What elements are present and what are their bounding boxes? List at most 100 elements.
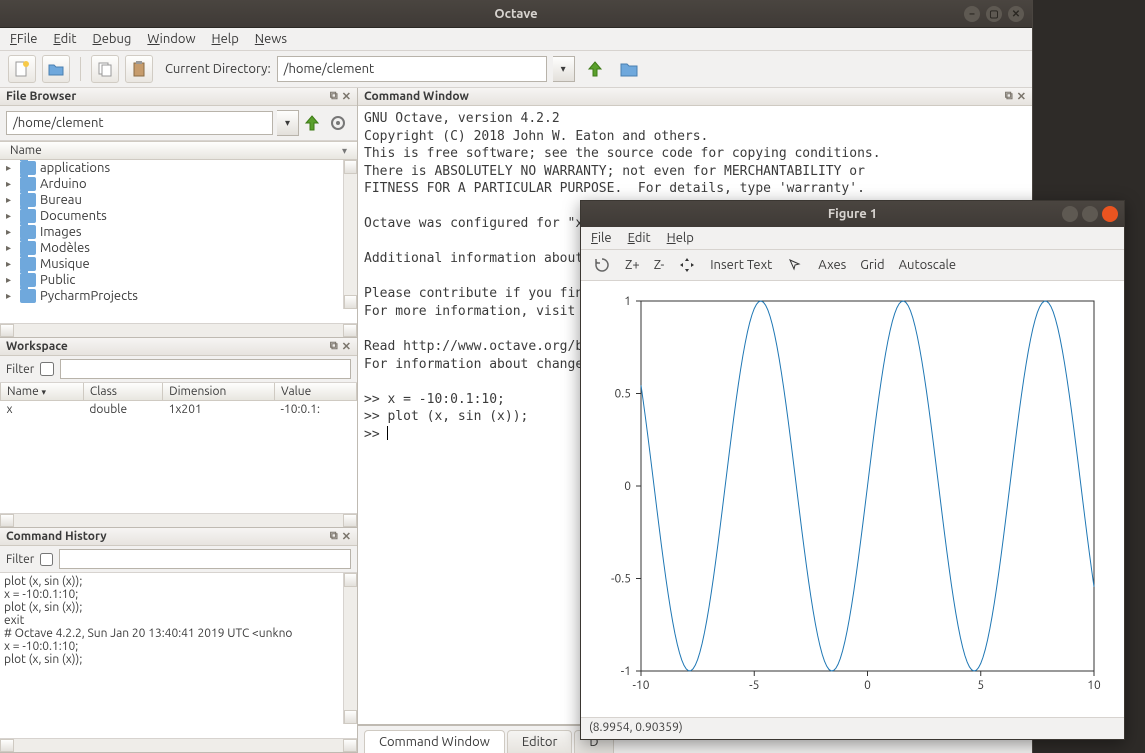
file-browser-item[interactable]: ▸Public bbox=[0, 272, 357, 288]
grid-button[interactable]: Grid bbox=[860, 258, 884, 272]
file-browser-hscrollbar[interactable] bbox=[0, 323, 357, 337]
expand-arrow-icon[interactable]: ▸ bbox=[6, 258, 16, 270]
bottom-tab[interactable]: Editor bbox=[507, 730, 573, 753]
current-directory-dropdown[interactable]: ▾ bbox=[553, 56, 575, 82]
file-browser-item-label: Images bbox=[40, 225, 82, 239]
expand-arrow-icon[interactable]: ▸ bbox=[6, 162, 16, 174]
file-browser-path-value: /home/clement bbox=[13, 116, 103, 130]
rotate-icon[interactable] bbox=[593, 256, 611, 274]
file-browser-item[interactable]: ▸PycharmProjects bbox=[0, 288, 357, 304]
workspace-table: Name ▾ClassDimensionValue xdouble1x201-1… bbox=[0, 383, 357, 419]
axes-button[interactable]: Axes bbox=[818, 258, 846, 272]
command-history-list[interactable]: plot (x, sin (x));x = -10:0.1:10;plot (x… bbox=[0, 573, 357, 668]
panel-close-icon[interactable]: ✕ bbox=[342, 530, 351, 543]
expand-arrow-icon[interactable]: ▸ bbox=[6, 274, 16, 286]
figure-minimize-button[interactable] bbox=[1062, 206, 1078, 222]
menubar: FFile Edit Debug Window Help News bbox=[0, 28, 1032, 51]
file-browser-item[interactable]: ▸Arduino bbox=[0, 176, 357, 192]
expand-arrow-icon[interactable]: ▸ bbox=[6, 178, 16, 190]
panel-close-icon[interactable]: ✕ bbox=[342, 90, 351, 103]
bottom-tab[interactable]: Command Window bbox=[364, 730, 505, 753]
figure-menu-edit[interactable]: Edit bbox=[628, 231, 651, 245]
window-maximize-button[interactable]: ▢ bbox=[986, 6, 1002, 22]
menu-help[interactable]: Help bbox=[212, 32, 239, 46]
file-browser-item[interactable]: ▸applications bbox=[0, 160, 357, 176]
svg-text:-10: -10 bbox=[632, 679, 649, 692]
figure-menu-file[interactable]: File bbox=[591, 231, 612, 245]
new-file-button[interactable] bbox=[8, 55, 36, 83]
command-history-hscrollbar[interactable] bbox=[0, 738, 357, 752]
file-browser-settings-button[interactable] bbox=[329, 114, 351, 132]
menu-news[interactable]: News bbox=[255, 32, 287, 46]
workspace-cell: double bbox=[83, 401, 162, 419]
command-history-filter-input[interactable] bbox=[59, 549, 351, 569]
workspace-column-header[interactable]: Value bbox=[275, 383, 357, 401]
cursor-icon[interactable] bbox=[786, 256, 804, 274]
workspace-column-header[interactable]: Name ▾ bbox=[1, 383, 84, 401]
file-browser-path-input[interactable]: /home/clement bbox=[6, 111, 273, 135]
file-browser-item[interactable]: ▸ Images bbox=[0, 224, 357, 240]
menu-window[interactable]: Window bbox=[147, 32, 195, 46]
file-browser-item[interactable]: ▸Bureau bbox=[0, 192, 357, 208]
open-file-button[interactable] bbox=[42, 55, 70, 83]
zoom-in-button[interactable]: Z+ bbox=[625, 258, 640, 272]
workspace-filter-input[interactable] bbox=[60, 359, 351, 379]
pan-icon[interactable] bbox=[678, 256, 696, 274]
zoom-out-button[interactable]: Z- bbox=[654, 258, 665, 272]
insert-text-button[interactable]: Insert Text bbox=[710, 258, 772, 272]
command-history-item[interactable]: plot (x, sin (x)); bbox=[4, 575, 353, 588]
command-history-item[interactable]: x = -10:0.1:10; bbox=[4, 588, 353, 601]
menu-edit[interactable]: Edit bbox=[53, 32, 76, 46]
file-browser-item[interactable]: ▸Documents bbox=[0, 208, 357, 224]
file-browser-column-header[interactable]: Name ▾ bbox=[0, 141, 357, 160]
figure-menu-help[interactable]: Help bbox=[667, 231, 694, 245]
autoscale-button[interactable]: Autoscale bbox=[899, 258, 956, 272]
main-toolbar: Current Directory: /home/clement ▾ bbox=[0, 51, 1032, 88]
command-history-filter-label: Filter bbox=[6, 553, 34, 566]
current-directory-input[interactable]: /home/clement bbox=[277, 56, 547, 82]
panel-undock-icon[interactable]: ⧉ bbox=[330, 530, 338, 543]
figure-title: Figure 1 bbox=[828, 207, 877, 221]
command-history-item[interactable]: plot (x, sin (x)); bbox=[4, 601, 353, 614]
menu-file[interactable]: FFile bbox=[10, 32, 37, 46]
command-history-filter-checkbox[interactable] bbox=[40, 553, 53, 566]
command-history-item[interactable]: x = -10:0.1:10; bbox=[4, 640, 353, 653]
file-browser-up-button[interactable] bbox=[303, 114, 325, 132]
figure-close-button[interactable] bbox=[1102, 206, 1118, 222]
panel-close-icon[interactable]: ✕ bbox=[342, 340, 351, 353]
expand-arrow-icon[interactable]: ▸ bbox=[6, 194, 16, 206]
text-cursor bbox=[387, 426, 388, 440]
panel-close-icon[interactable]: ✕ bbox=[1017, 90, 1026, 103]
panel-undock-icon[interactable]: ⧉ bbox=[330, 90, 338, 103]
expand-arrow-icon[interactable]: ▸ bbox=[6, 290, 16, 302]
copy-button[interactable] bbox=[91, 55, 119, 83]
workspace-row[interactable]: xdouble1x201-10:0.1: bbox=[1, 401, 357, 419]
svg-text:0.5: 0.5 bbox=[615, 388, 632, 401]
directory-up-button[interactable] bbox=[581, 55, 609, 83]
file-browser-vscrollbar[interactable] bbox=[343, 160, 357, 309]
window-minimize-button[interactable]: – bbox=[964, 6, 980, 22]
panel-undock-icon[interactable]: ⧉ bbox=[1005, 90, 1013, 103]
plot-area[interactable]: -10-50510-1-0.500.51 bbox=[581, 281, 1124, 717]
expand-arrow-icon[interactable]: ▸ bbox=[6, 210, 16, 222]
file-browser-item[interactable]: ▸Modèles bbox=[0, 240, 357, 256]
figure-maximize-button[interactable] bbox=[1082, 206, 1098, 222]
command-history-item[interactable]: plot (x, sin (x)); bbox=[4, 653, 353, 666]
window-close-button[interactable]: ✕ bbox=[1008, 6, 1024, 22]
file-browser-item[interactable]: ▸Musique bbox=[0, 256, 357, 272]
menu-debug[interactable]: Debug bbox=[93, 32, 132, 46]
expand-arrow-icon[interactable]: ▸ bbox=[6, 226, 16, 238]
browse-directory-button[interactable] bbox=[615, 55, 643, 83]
workspace-column-header[interactable]: Dimension bbox=[163, 383, 275, 401]
workspace-title: Workspace bbox=[6, 340, 68, 353]
panel-undock-icon[interactable]: ⧉ bbox=[330, 340, 338, 353]
workspace-column-header[interactable]: Class bbox=[83, 383, 162, 401]
paste-button[interactable] bbox=[125, 55, 153, 83]
file-browser-path-dropdown[interactable]: ▾ bbox=[277, 110, 299, 136]
workspace-filter-checkbox[interactable] bbox=[40, 362, 54, 376]
command-history-vscrollbar[interactable] bbox=[343, 573, 357, 724]
expand-arrow-icon[interactable]: ▸ bbox=[6, 242, 16, 254]
workspace-hscrollbar[interactable] bbox=[0, 513, 357, 527]
command-history-item[interactable]: exit bbox=[4, 614, 353, 627]
command-history-item[interactable]: # Octave 4.2.2, Sun Jan 20 13:40:41 2019… bbox=[4, 627, 353, 640]
